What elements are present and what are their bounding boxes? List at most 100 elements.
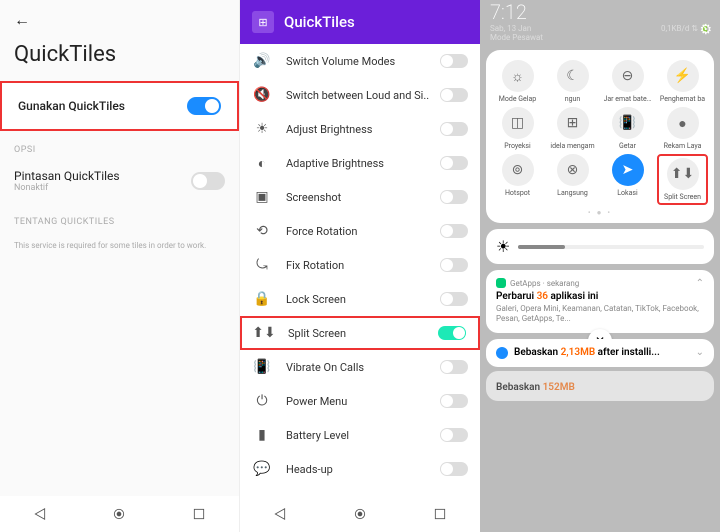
notification-cleanup[interactable]: Bebaskan 2,13MB after installi... ⌄ <box>486 339 714 367</box>
quicktiles-app-screen: ⊞ QuickTiles 🔊 Switch Volume Modes 🔇 Swi… <box>240 0 480 532</box>
tile-icon: ⟲ <box>252 221 272 241</box>
nav-home-icon[interactable] <box>112 507 126 521</box>
tile-row[interactable]: 🔇 Switch between Loud and Si.. <box>240 78 480 112</box>
airplane-mode-label: Mode Pesawat <box>490 33 543 42</box>
tile-label: Switch between Loud and Si.. <box>286 89 440 102</box>
page-title: QuickTiles <box>0 36 239 81</box>
tile-switch[interactable] <box>440 292 468 306</box>
tile-row[interactable]: ▣ Screenshot <box>240 180 480 214</box>
qs-tile-icon: ☾ <box>557 60 589 92</box>
notif-title: Perbarui 36 aplikasi ini <box>496 291 704 302</box>
shortcut-sub: Nonaktif <box>14 183 120 193</box>
qs-tile[interactable]: ⬆⬇ Split Screen <box>657 154 708 205</box>
use-quicktiles-row[interactable]: Gunakan QuickTiles <box>0 81 239 131</box>
tile-label: Screenshot <box>286 191 440 204</box>
about-note: This service is required for some tiles … <box>0 231 239 261</box>
shortcut-switch[interactable] <box>191 172 225 190</box>
tile-row[interactable]: 🔊 Switch Volume Modes <box>240 44 480 78</box>
tile-label: Battery Level <box>286 429 440 442</box>
clock: 7:12 <box>480 0 720 24</box>
tiles-list[interactable]: 🔊 Switch Volume Modes 🔇 Switch between L… <box>240 44 480 486</box>
qs-tile[interactable]: 📳 Getar <box>602 107 653 150</box>
tile-switch[interactable] <box>440 360 468 374</box>
qs-tile[interactable]: ⚡ Penghemat ba <box>657 60 708 103</box>
tile-switch[interactable] <box>440 462 468 476</box>
tile-label: Adaptive Brightness <box>286 157 440 170</box>
qs-tile-icon: ⊖ <box>612 60 644 92</box>
getapps-icon <box>496 278 506 288</box>
app-icon: ⊞ <box>252 11 274 33</box>
cleanup-icon <box>496 347 508 359</box>
tile-switch[interactable] <box>440 122 468 136</box>
qs-tile-icon: ☼ <box>502 60 534 92</box>
qs-tile-label: idela mengam <box>550 142 594 150</box>
tile-switch[interactable] <box>440 88 468 102</box>
back-icon[interactable]: ← <box>14 10 30 30</box>
date-label: Sab, 13 Jan <box>490 24 543 33</box>
tile-icon: ◐ <box>252 153 272 173</box>
tile-switch[interactable] <box>440 394 468 408</box>
nav-bar <box>240 496 480 532</box>
qs-tile[interactable]: ⊗ Langsung <box>547 154 598 205</box>
tile-switch[interactable] <box>440 428 468 442</box>
expand-icon[interactable]: ⌄ <box>696 347 704 358</box>
tile-row[interactable]: ▮ Battery Level <box>240 418 480 452</box>
tile-icon: ☀ <box>252 119 272 139</box>
qs-tile-icon: ● <box>667 107 699 139</box>
notif-title: Bebaskan 152MB <box>496 382 704 393</box>
qs-tile[interactable]: ☾ ngun <box>547 60 598 103</box>
qs-tile-icon: ➤ <box>612 154 644 186</box>
tile-row[interactable]: ⬆⬇ Split Screen <box>240 316 480 350</box>
notif-app-name: GetApps · sekarang <box>510 279 579 288</box>
tile-switch[interactable] <box>440 224 468 238</box>
qs-tile-label: Split Screen <box>664 193 701 201</box>
nav-back-icon[interactable] <box>273 507 287 521</box>
tile-row[interactable]: ◐ Adaptive Brightness <box>240 146 480 180</box>
qs-tile-label: Getar <box>619 142 636 150</box>
tile-icon: ▣ <box>252 187 272 207</box>
qs-tile[interactable]: ☼ Mode Gelap <box>492 60 543 103</box>
tile-row[interactable]: ⤿ Fix Rotation <box>240 248 480 282</box>
tile-icon: ⏻ <box>252 391 272 411</box>
tile-switch[interactable] <box>440 156 468 170</box>
qs-tile-label: Rekam Laya <box>664 142 702 150</box>
qs-tile-icon: ◫ <box>502 107 534 139</box>
qs-tile[interactable]: ⊚ Hotspot <box>492 154 543 205</box>
notification-cleanup-2[interactable]: Bebaskan 152MB <box>486 371 714 401</box>
tile-row[interactable]: ☀ Adjust Brightness <box>240 112 480 146</box>
nav-back-icon[interactable] <box>33 507 47 521</box>
page-dots[interactable]: • ● • <box>492 205 708 217</box>
qs-tile[interactable]: ● Rekam Laya <box>657 107 708 150</box>
tile-icon: 📳 <box>252 357 272 377</box>
tile-row[interactable]: 🔒 Lock Screen <box>240 282 480 316</box>
tile-icon: 🔒 <box>252 289 272 309</box>
tile-switch[interactable] <box>440 258 468 272</box>
qs-tile-icon: ⊞ <box>557 107 589 139</box>
qs-tile[interactable]: ◫ Proyeksi <box>492 107 543 150</box>
tile-switch[interactable] <box>438 326 466 340</box>
notification-getapps[interactable]: GetApps · sekarang ⌃ Perbarui 36 aplikas… <box>486 270 714 333</box>
brightness-slider[interactable] <box>518 245 704 249</box>
settings-icon[interactable]: ⚙ <box>699 22 712 38</box>
nav-recents-icon[interactable] <box>192 507 206 521</box>
tile-switch[interactable] <box>440 190 468 204</box>
tile-label: Heads-up <box>286 463 440 476</box>
tile-row[interactable]: ⏻ Power Menu <box>240 384 480 418</box>
nav-home-icon[interactable] <box>353 507 367 521</box>
tile-row[interactable]: 💬 Heads-up <box>240 452 480 486</box>
tile-switch[interactable] <box>440 54 468 68</box>
shortcut-row[interactable]: Pintasan QuickTiles Nonaktif <box>0 159 239 203</box>
nav-recents-icon[interactable] <box>433 507 447 521</box>
brightness-slider-card[interactable]: ☀ <box>486 229 714 264</box>
expand-icon[interactable]: ⌃ <box>696 278 704 289</box>
use-quicktiles-switch[interactable] <box>187 97 221 115</box>
qs-tile[interactable]: ⊞ idela mengam <box>547 107 598 150</box>
tile-row[interactable]: 📳 Vibrate On Calls <box>240 350 480 384</box>
quick-settings-panel: ☼ Mode Gelap☾ ngun⊖ Jar emat baterai⚡ Pe… <box>486 50 714 223</box>
qs-tile-icon: ⬆⬇ <box>667 158 699 190</box>
qs-tile[interactable]: ➤ Lokasi <box>602 154 653 205</box>
tile-row[interactable]: ⟲ Force Rotation <box>240 214 480 248</box>
tile-icon: 💬 <box>252 459 272 479</box>
qs-tile[interactable]: ⊖ Jar emat baterai <box>602 60 653 103</box>
nav-bar <box>0 496 239 532</box>
